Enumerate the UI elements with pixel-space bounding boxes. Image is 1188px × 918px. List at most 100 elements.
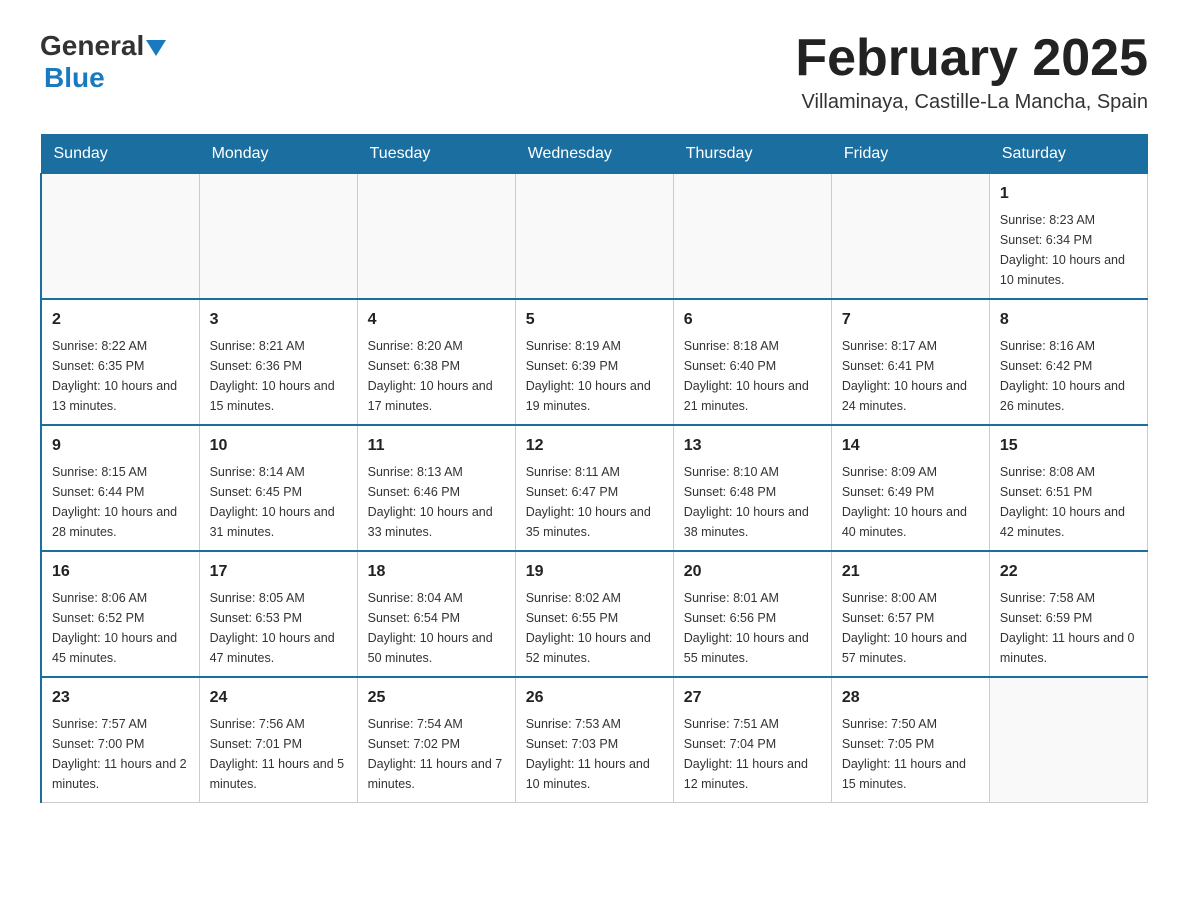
header-saturday: Saturday [989, 135, 1147, 174]
day-info-1: Sunrise: 8:23 AMSunset: 6:34 PMDaylight:… [1000, 210, 1137, 290]
day-number-22: 22 [1000, 560, 1137, 584]
day-number-18: 18 [368, 560, 505, 584]
day-number-15: 15 [1000, 434, 1137, 458]
day-number-19: 19 [526, 560, 663, 584]
day-number-16: 16 [52, 560, 189, 584]
calendar-week-3: 9 Sunrise: 8:15 AMSunset: 6:44 PMDaylight… [41, 425, 1148, 551]
day-number-11: 11 [368, 434, 505, 458]
day-info-23: Sunrise: 7:57 AMSunset: 7:00 PMDaylight:… [52, 714, 189, 794]
weekday-header-row: Sunday Monday Tuesday Wednesday Thursday… [41, 135, 1148, 174]
header-sunday: Sunday [41, 135, 199, 174]
calendar-cell-w4-d5: 20 Sunrise: 8:01 AMSunset: 6:56 PMDayligh… [673, 551, 831, 677]
calendar-cell-w3-d5: 13Sunrise: 8:10 AMSunset: 6:48 PMDayligh… [673, 425, 831, 551]
day-info-24: Sunrise: 7:56 AMSunset: 7:01 PMDaylight:… [210, 714, 347, 794]
calendar-cell-w1-d2 [199, 174, 357, 300]
day-info-3: Sunrise: 8:21 AMSunset: 6:36 PMDaylight:… [210, 336, 347, 416]
day-info-12: Sunrise: 8:11 AMSunset: 6:47 PMDaylight:… [526, 462, 663, 542]
day-info-2: Sunrise: 8:22 AMSunset: 6:35 PMDaylight:… [52, 336, 189, 416]
day-number-7: 7 [842, 308, 979, 332]
day-number-26: 26 [526, 686, 663, 710]
day-number-20: 20 [684, 560, 821, 584]
day-info-9: Sunrise: 8:15 AMSunset: 6:44 PMDaylight:… [52, 462, 189, 542]
day-info-17: Sunrise: 8:05 AMSunset: 6:53 PMDaylight:… [210, 588, 347, 668]
day-number-2: 2 [52, 308, 189, 332]
calendar-cell-w4-d2: 17 Sunrise: 8:05 AMSunset: 6:53 PMDayligh… [199, 551, 357, 677]
header-wednesday: Wednesday [515, 135, 673, 174]
calendar-cell-w3-d1: 9 Sunrise: 8:15 AMSunset: 6:44 PMDaylight… [41, 425, 199, 551]
day-number-8: 8 [1000, 308, 1137, 332]
calendar-cell-w1-d6 [831, 174, 989, 300]
day-number-14: 14 [842, 434, 979, 458]
day-number-24: 24 [210, 686, 347, 710]
calendar-cell-w3-d3: 11 Sunrise: 8:13 AMSunset: 6:46 PMDayligh… [357, 425, 515, 551]
page-header: General Blue February 2025 Villaminaya, … [40, 30, 1148, 114]
day-number-5: 5 [526, 308, 663, 332]
day-number-12: 12 [526, 434, 663, 458]
calendar-cell-w5-d2: 24 Sunrise: 7:56 AMSunset: 7:01 PMDayligh… [199, 677, 357, 803]
day-number-17: 17 [210, 560, 347, 584]
calendar-cell-w4-d3: 18 Sunrise: 8:04 AMSunset: 6:54 PMDayligh… [357, 551, 515, 677]
day-info-15: Sunrise: 8:08 AMSunset: 6:51 PMDaylight:… [1000, 462, 1137, 542]
header-thursday: Thursday [673, 135, 831, 174]
day-number-25: 25 [368, 686, 505, 710]
day-number-3: 3 [210, 308, 347, 332]
day-info-8: Sunrise: 8:16 AMSunset: 6:42 PMDaylight:… [1000, 336, 1137, 416]
logo-general-text: General [40, 30, 144, 62]
day-number-27: 27 [684, 686, 821, 710]
calendar-cell-w2-d6: 7 Sunrise: 8:17 AMSunset: 6:41 PMDaylight… [831, 299, 989, 425]
calendar-cell-w5-d5: 27 Sunrise: 7:51 AMSunset: 7:04 PMDayligh… [673, 677, 831, 803]
calendar-subtitle: Villaminaya, Castille-La Mancha, Spain [795, 91, 1148, 114]
day-info-27: Sunrise: 7:51 AMSunset: 7:04 PMDaylight:… [684, 714, 821, 794]
logo: General Blue [40, 30, 168, 94]
day-number-23: 23 [52, 686, 189, 710]
calendar-cell-w3-d6: 14 Sunrise: 8:09 AMSunset: 6:49 PMDayligh… [831, 425, 989, 551]
calendar-week-4: 16Sunrise: 8:06 AMSunset: 6:52 PMDayligh… [41, 551, 1148, 677]
calendar-table: Sunday Monday Tuesday Wednesday Thursday… [40, 134, 1148, 803]
calendar-cell-w5-d7 [989, 677, 1147, 803]
title-area: February 2025 Villaminaya, Castille-La M… [795, 30, 1148, 114]
calendar-cell-w5-d6: 28 Sunrise: 7:50 AMSunset: 7:05 PMDayligh… [831, 677, 989, 803]
day-number-28: 28 [842, 686, 979, 710]
calendar-cell-w3-d2: 10 Sunrise: 8:14 AMSunset: 6:45 PMDayligh… [199, 425, 357, 551]
day-info-26: Sunrise: 7:53 AMSunset: 7:03 PMDaylight:… [526, 714, 663, 794]
day-number-9: 9 [52, 434, 189, 458]
calendar-cell-w2-d2: 3 Sunrise: 8:21 AMSunset: 6:36 PMDaylight… [199, 299, 357, 425]
day-number-13: 13 [684, 434, 821, 458]
day-info-14: Sunrise: 8:09 AMSunset: 6:49 PMDaylight:… [842, 462, 979, 542]
calendar-cell-w4-d7: 22Sunrise: 7:58 AMSunset: 6:59 PMDayligh… [989, 551, 1147, 677]
day-info-6: Sunrise: 8:18 AMSunset: 6:40 PMDaylight:… [684, 336, 821, 416]
day-number-4: 4 [368, 308, 505, 332]
day-info-18: Sunrise: 8:04 AMSunset: 6:54 PMDaylight:… [368, 588, 505, 668]
calendar-cell-w2-d1: 2 Sunrise: 8:22 AMSunset: 6:35 PMDaylight… [41, 299, 199, 425]
day-number-21: 21 [842, 560, 979, 584]
day-info-7: Sunrise: 8:17 AMSunset: 6:41 PMDaylight:… [842, 336, 979, 416]
calendar-title: February 2025 [795, 30, 1148, 87]
day-info-10: Sunrise: 8:14 AMSunset: 6:45 PMDaylight:… [210, 462, 347, 542]
calendar-cell-w2-d5: 6Sunrise: 8:18 AMSunset: 6:40 PMDaylight… [673, 299, 831, 425]
calendar-cell-w2-d3: 4 Sunrise: 8:20 AMSunset: 6:38 PMDaylight… [357, 299, 515, 425]
calendar-cell-w1-d3 [357, 174, 515, 300]
logo-triangle-icon [146, 40, 166, 56]
calendar-cell-w1-d5 [673, 174, 831, 300]
calendar-cell-w3-d7: 15 Sunrise: 8:08 AMSunset: 6:51 PMDayligh… [989, 425, 1147, 551]
calendar-cell-w2-d7: 8 Sunrise: 8:16 AMSunset: 6:42 PMDaylight… [989, 299, 1147, 425]
day-number-10: 10 [210, 434, 347, 458]
calendar-cell-w4-d6: 21Sunrise: 8:00 AMSunset: 6:57 PMDayligh… [831, 551, 989, 677]
calendar-cell-w1-d1 [41, 174, 199, 300]
day-info-20: Sunrise: 8:01 AMSunset: 6:56 PMDaylight:… [684, 588, 821, 668]
header-tuesday: Tuesday [357, 135, 515, 174]
day-info-5: Sunrise: 8:19 AMSunset: 6:39 PMDaylight:… [526, 336, 663, 416]
calendar-week-1: 1 Sunrise: 8:23 AMSunset: 6:34 PMDaylight… [41, 174, 1148, 300]
calendar-cell-w1-d4 [515, 174, 673, 300]
calendar-cell-w4-d1: 16Sunrise: 8:06 AMSunset: 6:52 PMDayligh… [41, 551, 199, 677]
calendar-cell-w5-d4: 26 Sunrise: 7:53 AMSunset: 7:03 PMDayligh… [515, 677, 673, 803]
day-info-4: Sunrise: 8:20 AMSunset: 6:38 PMDaylight:… [368, 336, 505, 416]
calendar-cell-w5-d3: 25Sunrise: 7:54 AMSunset: 7:02 PMDayligh… [357, 677, 515, 803]
calendar-cell-w3-d4: 12 Sunrise: 8:11 AMSunset: 6:47 PMDayligh… [515, 425, 673, 551]
day-info-28: Sunrise: 7:50 AMSunset: 7:05 PMDaylight:… [842, 714, 979, 794]
calendar-week-2: 2 Sunrise: 8:22 AMSunset: 6:35 PMDaylight… [41, 299, 1148, 425]
day-info-11: Sunrise: 8:13 AMSunset: 6:46 PMDaylight:… [368, 462, 505, 542]
calendar-week-5: 23 Sunrise: 7:57 AMSunset: 7:00 PMDayligh… [41, 677, 1148, 803]
day-number-1: 1 [1000, 182, 1137, 206]
header-friday: Friday [831, 135, 989, 174]
